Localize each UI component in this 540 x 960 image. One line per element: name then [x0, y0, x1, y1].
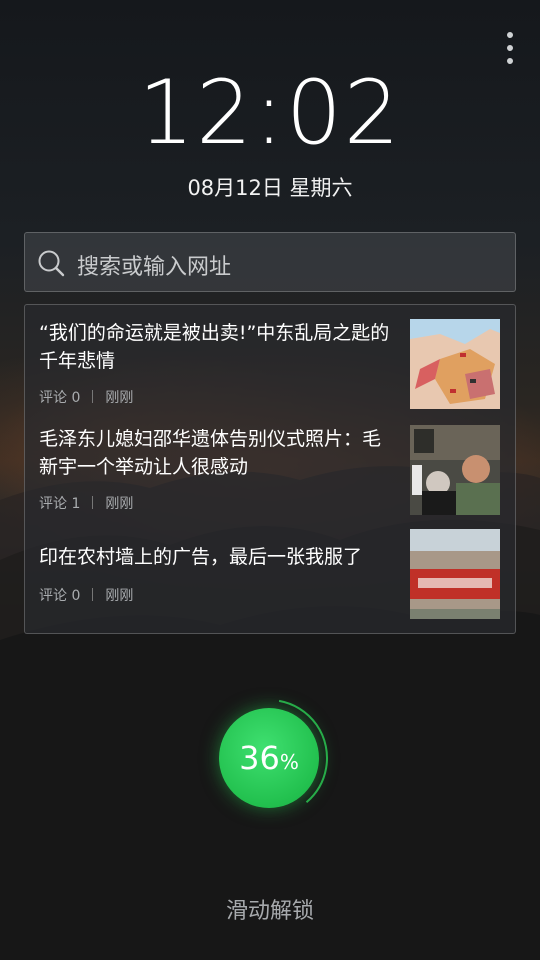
news-thumbnail-map — [410, 319, 500, 409]
news-card: “我们的命运就是被出卖!”中东乱局之匙的千年悲情 评论 0 刚刚 毛泽东儿媳妇邵华… — [24, 304, 516, 634]
battery-value: 36 — [239, 739, 280, 777]
news-meta: 评论 0 刚刚 — [39, 585, 133, 605]
news-time: 刚刚 — [105, 390, 134, 406]
news-thumbnail-wall — [410, 529, 500, 619]
news-title: “我们的命运就是被出卖!”中东乱局之匙的千年悲情 — [39, 322, 390, 372]
news-title: 毛泽东儿媳妇邵华遗体告别仪式照片：毛新宇一个举动让人很感动 — [39, 428, 382, 478]
comment-count: 评论 0 — [39, 390, 81, 406]
slide-to-unlock[interactable]: 滑动解锁 — [0, 893, 540, 925]
news-time: 刚刚 — [105, 588, 134, 604]
news-item[interactable]: “我们的命运就是被出卖!”中东乱局之匙的千年悲情 评论 0 刚刚 — [39, 319, 500, 411]
news-meta: 评论 1 刚刚 — [39, 493, 133, 513]
news-meta: 评论 0 刚刚 — [39, 387, 133, 407]
battery-unit: % — [279, 750, 299, 774]
news-thumbnail-photo — [410, 425, 500, 515]
comment-count: 评论 1 — [39, 496, 81, 512]
news-item[interactable]: 印在农村墙上的广告，最后一张我服了 评论 0 刚刚 — [39, 529, 500, 621]
news-time: 刚刚 — [105, 496, 134, 512]
search-placeholder: 搜索或输入网址 — [77, 255, 232, 280]
battery-indicator[interactable]: 36% — [217, 698, 329, 810]
search-bar[interactable]: 搜索或输入网址 — [24, 232, 516, 292]
battery-percent: 36% — [219, 708, 319, 808]
news-item[interactable]: 毛泽东儿媳妇邵华遗体告别仪式照片：毛新宇一个举动让人很感动 评论 1 刚刚 — [39, 425, 500, 517]
search-icon — [38, 250, 65, 277]
news-title: 印在农村墙上的广告，最后一张我服了 — [39, 546, 363, 568]
clock-time: 12:02 — [138, 61, 402, 164]
date-label: 08月12日 星期六 — [187, 176, 353, 200]
comment-count: 评论 0 — [39, 588, 81, 604]
